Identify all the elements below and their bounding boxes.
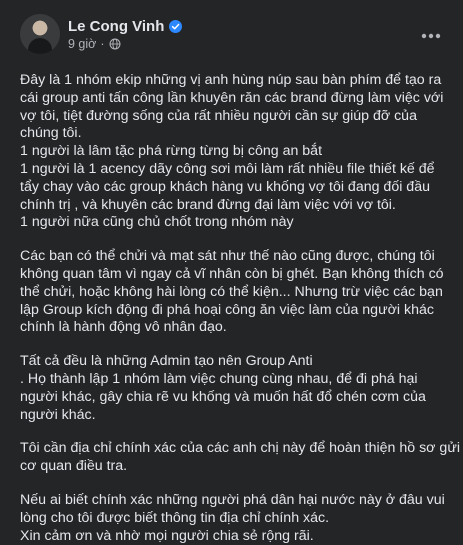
post-paragraph-4: Tôi cần địa chỉ chính xác của các anh ch…: [20, 440, 460, 476]
verified-badge-icon: [169, 19, 183, 33]
post-line: Đây là 1 nhóm ekip những vị anh hùng núp…: [20, 72, 442, 88]
post-line: vợ tôi, tiệt đường sống của rất nhiều ng…: [20, 107, 417, 124]
post-header: Le Cong Vinh 9 giờ ·: [20, 10, 449, 58]
author-row: Le Cong Vinh: [68, 18, 183, 35]
post-line: thể chửi, hoặc không hài lòng có thể kiệ…: [20, 283, 443, 300]
post-line: chúng tôi.: [20, 125, 82, 142]
globe-icon[interactable]: [109, 38, 121, 50]
post-line: lòng cho tôi được biết thông tin địa chỉ…: [20, 509, 330, 526]
post-line: lập Group kích động đi phá hoại công ăn …: [20, 301, 434, 318]
post-line: 1 người nữa cũng chủ chốt trong nhóm này: [20, 214, 294, 231]
post-paragraph-2: Các bạn có thể chửi và mạt sát như thế n…: [20, 248, 449, 337]
post-paragraph-5: Nếu ai biết chính xác những người phá dâ…: [20, 492, 449, 545]
post-line: cơ quan điều tra.: [20, 458, 128, 475]
author-name[interactable]: Le Cong Vinh: [68, 18, 164, 35]
post-line: Tất cả đều là những Admin tạo nên Group …: [20, 353, 313, 370]
post-line: chính trị , và khuyên các brand đừng đại…: [20, 196, 396, 213]
post-content: Đây là 1 nhóm ekip những vị anh hùng núp…: [20, 72, 460, 545]
post-line: 1 người là lâm tặc phá rừng từng bị công…: [20, 143, 323, 160]
post-line: tẩy chay vào các group khách hàng vu khố…: [20, 178, 430, 195]
post-timestamp[interactable]: 9 giờ: [68, 37, 96, 51]
more-options-button[interactable]: [413, 18, 449, 54]
post-paragraph-3: Tất cả đều là những Admin tạo nên Group …: [20, 353, 449, 424]
post-line: Tôi cần địa chỉ chính xác của các anh ch…: [20, 440, 460, 457]
post-time-row: 9 giờ ·: [68, 37, 182, 51]
post-line: chính là hành động vô nhân đạo.: [20, 319, 227, 336]
post-line: Xin cảm ơn và nhờ mọi người chia sẻ rộng…: [20, 527, 314, 544]
separator-dot: ·: [100, 36, 105, 51]
avatar[interactable]: [20, 14, 60, 54]
more-options-icon: [421, 33, 441, 39]
post-line: cái group anti tấn công lần khuyên răn c…: [20, 89, 444, 106]
post-paragraph-1: Đây là 1 nhóm ekip những vị anh hùng núp…: [20, 72, 449, 232]
post-line: Các bạn có thể chửi và mạt sát như thế n…: [20, 248, 435, 265]
post-line: không quan tâm vì ngay cả vĩ nhân còn bị…: [20, 265, 444, 282]
post-line: . Họ thành lập 1 nhóm làm việc chung cùn…: [20, 370, 418, 387]
post-line: Nếu ai biết chính xác những người phá dâ…: [20, 491, 445, 508]
post-meta: Le Cong Vinh 9 giờ ·: [68, 18, 183, 51]
post-line: người khác.: [20, 406, 96, 423]
post-line: người khác, gây chia rẽ vu khống và muốn…: [20, 388, 426, 405]
facebook-post: Le Cong Vinh 9 giờ · Đây là 1 nhóm ekip …: [0, 0, 463, 544]
post-line: 1 người là 1 acency dãy công sơi môi làm…: [20, 160, 435, 177]
